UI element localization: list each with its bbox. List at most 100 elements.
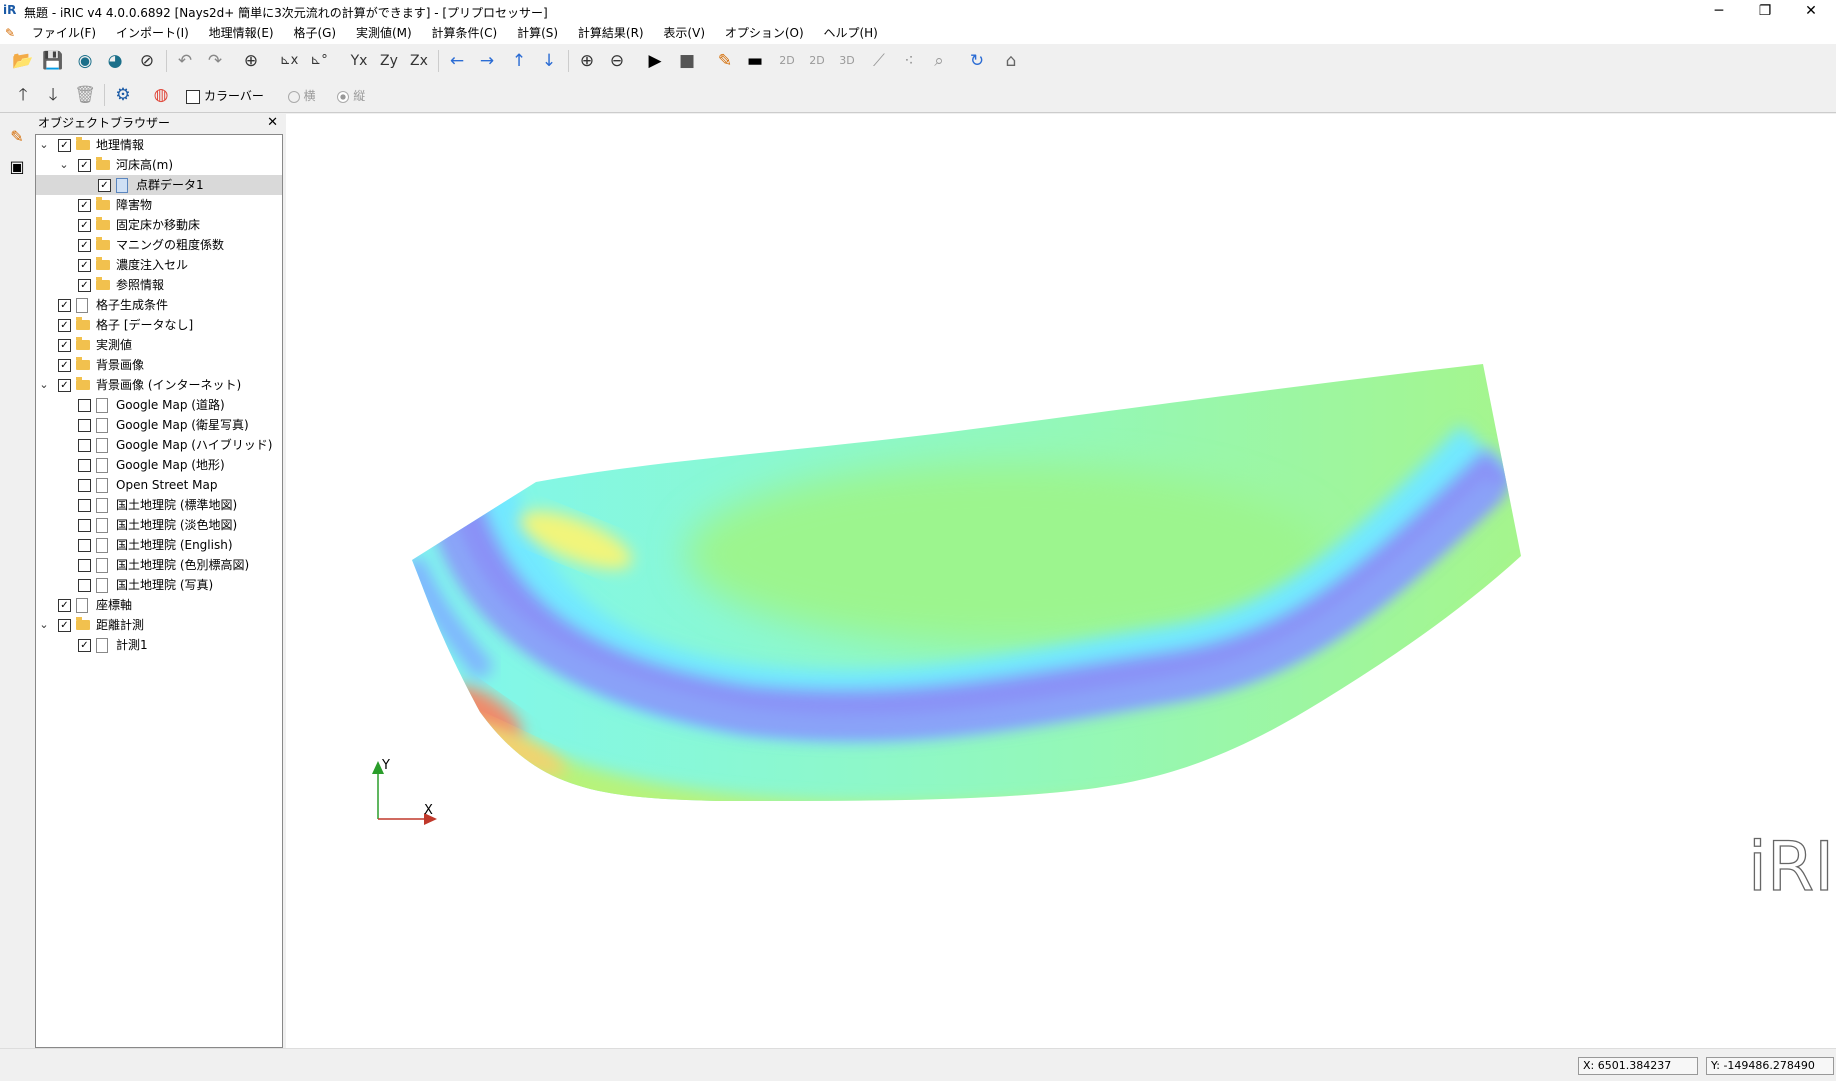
tree-item-checkbox[interactable] <box>78 499 91 512</box>
tree-item-checkbox[interactable]: ✓ <box>78 279 91 292</box>
menu-file[interactable]: ファイル(F) <box>24 22 104 44</box>
tree-item-checkbox[interactable]: ✓ <box>78 159 91 172</box>
expand-chevron-icon[interactable]: ⌄ <box>58 155 70 175</box>
view-yx-icon[interactable]: Yx <box>346 49 372 73</box>
tree-item-checkbox[interactable]: ✓ <box>58 359 71 372</box>
menu-help[interactable]: ヘルプ(H) <box>815 22 885 44</box>
tree-item[interactable]: ⌄ ✓ 地理情報 <box>36 135 282 155</box>
menu-grid[interactable]: 格子(G) <box>285 22 344 44</box>
run-icon[interactable]: ▶ <box>642 49 668 73</box>
2d-view-icon[interactable]: 2D <box>774 49 800 73</box>
fit-view-icon[interactable]: ⊕ <box>238 49 264 73</box>
tree-item-checkbox[interactable] <box>78 459 91 472</box>
2d-bird-view-icon[interactable]: 2D <box>804 49 830 73</box>
tree-item[interactable]: 国土地理院 (淡色地図) <box>36 515 282 535</box>
chart-zoom-icon[interactable]: ⌕ <box>926 49 952 73</box>
expand-chevron-icon[interactable]: ⌄ <box>38 135 50 155</box>
tree-item-checkbox[interactable]: ✓ <box>58 299 71 312</box>
tree-item-checkbox[interactable]: ✓ <box>58 339 71 352</box>
move-down-icon[interactable]: 🡓 <box>40 83 66 107</box>
tree-item[interactable]: ✓ 計測1 <box>36 635 282 655</box>
zoom-out-icon[interactable]: ⊖ <box>604 49 630 73</box>
scatter-icon[interactable]: ⁖ <box>896 49 922 73</box>
menu-simulation[interactable]: 計算(S) <box>509 22 566 44</box>
close-button[interactable]: ✕ <box>1788 0 1834 22</box>
tree-item[interactable]: Google Map (道路) <box>36 395 282 415</box>
axis-xy-icon[interactable]: ⊾° <box>306 49 332 73</box>
settings-icon[interactable]: ⚙ <box>110 83 136 107</box>
tree-item-checkbox[interactable] <box>78 479 91 492</box>
tree-item[interactable]: ✓ 固定床か移動床 <box>36 215 282 235</box>
arrow-up-icon[interactable]: ↑ <box>506 49 532 73</box>
tree-item[interactable]: 国土地理院 (写真) <box>36 575 282 595</box>
tree-item[interactable]: ✓ マニングの粗度係数 <box>36 235 282 255</box>
tree-item[interactable]: ✓ 実測値 <box>36 335 282 355</box>
preprocessor-canvas[interactable]: Y X iRIC <box>286 114 1836 1048</box>
tree-item[interactable]: ✓ 格子生成条件 <box>36 295 282 315</box>
menu-geo-data[interactable]: 地理情報(E) <box>201 22 282 44</box>
snapshot-multi-icon[interactable]: ◕ <box>102 49 128 73</box>
tree-item-checkbox[interactable]: ✓ <box>78 219 91 232</box>
tree-item[interactable]: ✓ 濃度注入セル <box>36 255 282 275</box>
3d-view-icon[interactable]: 3D <box>834 49 860 73</box>
colorbar-toggle[interactable]: カラーバー 横 縦 <box>186 87 365 104</box>
colorbar-checkbox[interactable] <box>186 89 200 104</box>
expand-chevron-icon[interactable]: ⌄ <box>38 615 50 635</box>
menu-view[interactable]: 表示(V) <box>655 22 713 44</box>
graph-icon[interactable]: ⟋ <box>866 49 892 73</box>
console-icon[interactable]: ▬ <box>742 49 768 73</box>
edit-icon[interactable]: ✎ <box>712 49 738 73</box>
console-tool-icon[interactable]: ▣ <box>4 154 30 180</box>
save-icon[interactable]: 💾 <box>40 49 66 73</box>
tree-item-checkbox[interactable] <box>78 559 91 572</box>
view-zy-icon[interactable]: Zy <box>376 49 402 73</box>
tree-item-checkbox[interactable]: ✓ <box>78 199 91 212</box>
tree-item[interactable]: ✓ 格子 [データなし] <box>36 315 282 335</box>
undo-icon[interactable]: ↶ <box>172 49 198 73</box>
move-up-icon[interactable]: 🡑 <box>10 83 36 107</box>
expand-chevron-icon[interactable]: ⌄ <box>38 375 50 395</box>
tree-item[interactable]: 国土地理院 (標準地図) <box>36 495 282 515</box>
minimize-button[interactable]: ─ <box>1696 0 1742 22</box>
no-entry-icon[interactable]: ⊘ <box>134 49 160 73</box>
tree-item[interactable]: Google Map (地形) <box>36 455 282 475</box>
tree-item-checkbox[interactable]: ✓ <box>58 619 71 632</box>
object-browser-close-icon[interactable]: ✕ <box>267 114 278 132</box>
mouse-icon[interactable]: ⌂ <box>998 49 1024 73</box>
tree-item[interactable]: ⌄ ✓ 距離計測 <box>36 615 282 635</box>
tree-item[interactable]: ✓ 点群データ1 <box>36 175 282 195</box>
tree-item[interactable]: ✓ 背景画像 <box>36 355 282 375</box>
zoom-in-icon[interactable]: ⊕ <box>574 49 600 73</box>
menu-calc-condition[interactable]: 計算条件(C) <box>424 22 506 44</box>
tree-item-checkbox[interactable] <box>78 519 91 532</box>
bathymetry-view[interactable]: Y X iRIC <box>286 114 1836 1048</box>
open-folder-icon[interactable]: 📂 <box>10 49 36 73</box>
tree-item-checkbox[interactable] <box>78 579 91 592</box>
arrow-down-icon[interactable]: ↓ <box>536 49 562 73</box>
tree-item[interactable]: ⌄ ✓ 河床高(m) <box>36 155 282 175</box>
tree-item-checkbox[interactable]: ✓ <box>58 599 71 612</box>
tree-item-checkbox[interactable] <box>78 539 91 552</box>
tree-item-checkbox[interactable]: ✓ <box>98 179 111 192</box>
tree-item[interactable]: Google Map (ハイブリッド) <box>36 435 282 455</box>
tree-item[interactable]: ✓ 座標軸 <box>36 595 282 615</box>
tree-item[interactable]: ⌄ ✓ 背景画像 (インターネット) <box>36 375 282 395</box>
stop-icon[interactable]: ■ <box>674 49 700 73</box>
tree-item[interactable]: ✓ 障害物 <box>36 195 282 215</box>
tree-item[interactable]: 国土地理院 (色別標高図) <box>36 555 282 575</box>
tree-item[interactable]: ✓ 参照情報 <box>36 275 282 295</box>
arrow-left-icon[interactable]: ← <box>444 49 470 73</box>
horizontal-radio[interactable] <box>287 90 300 103</box>
vertical-radio[interactable] <box>337 90 350 103</box>
tree-item-checkbox[interactable]: ✓ <box>78 239 91 252</box>
tree-item-checkbox[interactable]: ✓ <box>58 139 71 152</box>
tree-item-checkbox[interactable] <box>78 399 91 412</box>
color-icon[interactable]: ◍ <box>148 83 174 107</box>
arrow-right-icon[interactable]: → <box>474 49 500 73</box>
delete-icon[interactable]: 🗑 <box>72 83 98 107</box>
tree-item-checkbox[interactable] <box>78 439 91 452</box>
edit-tool-icon[interactable]: ✎ <box>4 124 30 150</box>
refresh-icon[interactable]: ↻ <box>964 49 990 73</box>
tree-item-checkbox[interactable]: ✓ <box>78 639 91 652</box>
menu-option[interactable]: オプション(O) <box>717 22 812 44</box>
